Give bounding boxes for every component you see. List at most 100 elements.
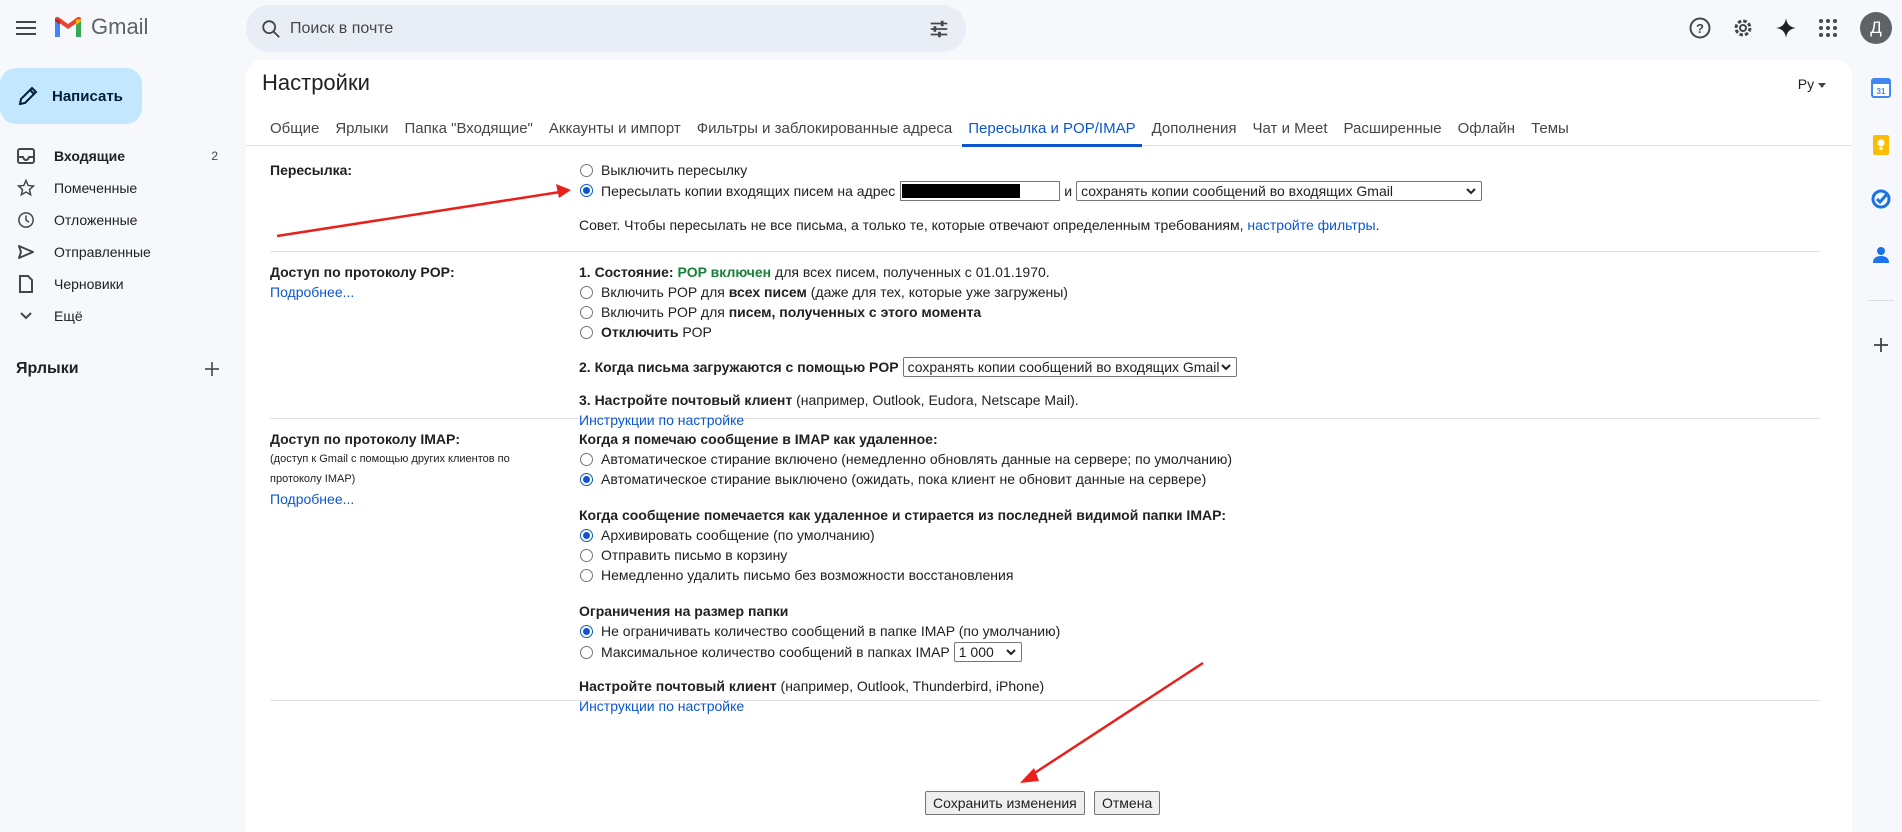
tab-labels[interactable]: Ярлыки bbox=[335, 112, 388, 146]
tab-addons[interactable]: Дополнения bbox=[1152, 112, 1237, 146]
option-label: Максимальное количество сообщений в папк… bbox=[601, 644, 950, 660]
imap-max-limit-radio[interactable] bbox=[580, 645, 593, 659]
tab-inbox[interactable]: Папка "Входящие" bbox=[404, 112, 532, 146]
help-icon[interactable]: ? bbox=[1687, 15, 1713, 41]
sidebar-item-inbox[interactable]: Входящие 2 bbox=[0, 140, 240, 172]
pop-learn-more-link[interactable]: Подробнее... bbox=[270, 282, 560, 302]
tasks-icon[interactable] bbox=[1870, 188, 1892, 210]
sidebar-item-label: Помеченные bbox=[54, 180, 138, 196]
imap-no-limit-option[interactable]: Не ограничивать количество сообщений в п… bbox=[579, 621, 1232, 641]
option-label: Включить POP для bbox=[601, 284, 725, 300]
search-bar[interactable] bbox=[246, 5, 966, 52]
sidebar-item-label: Отправленные bbox=[54, 244, 151, 260]
imap-no-limit-radio[interactable] bbox=[580, 624, 593, 638]
avatar[interactable]: Д bbox=[1860, 12, 1892, 44]
tab-chat-meet[interactable]: Чат и Meet bbox=[1253, 112, 1328, 146]
search-icon[interactable] bbox=[260, 18, 282, 40]
gmail-m-icon bbox=[55, 16, 81, 37]
imap-client-rest: (например, Outlook, Thunderbird, iPhone) bbox=[780, 678, 1045, 694]
pop-now-radio[interactable] bbox=[580, 305, 593, 319]
pop-when-row: 2. Когда письма загружаются с помощью PO… bbox=[579, 356, 1237, 377]
forwarding-on-option[interactable]: Пересылать копии входящих писем на адрес… bbox=[579, 180, 1483, 201]
forwarding-off-option[interactable]: Выключить пересылку bbox=[579, 160, 1482, 180]
apps-grid-icon[interactable] bbox=[1815, 15, 1841, 41]
settings-panel: Настройки Ру Общие Ярлыки Папка "Входящи… bbox=[246, 60, 1852, 832]
pop-off-radio[interactable] bbox=[580, 325, 593, 339]
option-label: Отправить письмо в корзину bbox=[601, 547, 788, 563]
settings-tabs: Общие Ярлыки Папка "Входящие" Аккаунты и… bbox=[246, 112, 1852, 147]
cancel-button[interactable]: Отмена bbox=[1094, 791, 1161, 815]
option-label: Не ограничивать количество сообщений в п… bbox=[601, 623, 1061, 639]
imap-instructions-link[interactable]: Инструкции по настройке bbox=[579, 696, 744, 716]
imap-auto-on-radio[interactable] bbox=[580, 452, 593, 466]
tip-end: . bbox=[1375, 217, 1380, 233]
language-label: Ру bbox=[1797, 76, 1815, 92]
add-label-icon[interactable] bbox=[204, 361, 220, 377]
search-input[interactable] bbox=[290, 13, 890, 45]
pop-all-radio[interactable] bbox=[580, 285, 593, 299]
imap-archive-option[interactable]: Архивировать сообщение (по умолчанию) bbox=[579, 525, 1232, 545]
forwarding-on-radio[interactable] bbox=[580, 184, 593, 197]
create-filters-link[interactable]: настройте фильтры bbox=[1247, 215, 1375, 235]
sidebar-item-sent[interactable]: Отправленные bbox=[0, 236, 240, 268]
imap-delete-radio[interactable] bbox=[580, 568, 593, 582]
add-addon-icon[interactable] bbox=[1870, 334, 1892, 356]
pencil-icon bbox=[18, 86, 38, 106]
gear-icon[interactable] bbox=[1730, 15, 1756, 41]
pop-when-label: 2. Когда письма загружаются с помощью PO… bbox=[579, 358, 899, 375]
tip-text: Совет. Чтобы пересылать не все письма, а… bbox=[579, 217, 1244, 233]
imap-deleted-title: Когда я помечаю сообщение в IMAP как уда… bbox=[579, 431, 938, 447]
imap-delete-option[interactable]: Немедленно удалить письмо без возможност… bbox=[579, 565, 1232, 585]
chevron-down-icon bbox=[1006, 649, 1016, 656]
keep-icon[interactable] bbox=[1870, 134, 1892, 156]
gmail-logo[interactable]: Gmail bbox=[53, 14, 148, 40]
sidebar-item-label: Черновики bbox=[54, 276, 124, 292]
chevron-down-icon bbox=[1220, 363, 1231, 370]
tab-forwarding-pop-imap[interactable]: Пересылка и POP/IMAP bbox=[962, 112, 1142, 147]
compose-button[interactable]: Написать bbox=[0, 68, 142, 124]
forwarding-keep-select[interactable]: сохранять копии сообщений во входящих Gm… bbox=[1076, 180, 1483, 201]
tab-themes[interactable]: Темы bbox=[1531, 112, 1569, 146]
gemini-sparkle-icon[interactable] bbox=[1773, 15, 1799, 41]
pop-off-option[interactable]: Отключить POP bbox=[579, 322, 1237, 342]
option-label-bold: Отключить bbox=[601, 324, 679, 340]
pop-all-option[interactable]: Включить POP для всех писем (даже для те… bbox=[579, 282, 1237, 302]
sidebar-item-starred[interactable]: Помеченные bbox=[0, 172, 240, 204]
forwarding-address-field[interactable] bbox=[900, 180, 1061, 201]
input-language-button[interactable]: Ру bbox=[1798, 76, 1826, 92]
sidebar-item-more[interactable]: Ещё bbox=[0, 300, 240, 332]
save-changes-button[interactable]: Сохранить изменения bbox=[925, 791, 1085, 815]
imap-auto-off-option[interactable]: Автоматическое стирание выключено (ожида… bbox=[579, 469, 1232, 489]
imap-label-text: Доступ по протоколу IMAP: bbox=[270, 431, 461, 447]
imap-auto-off-radio[interactable] bbox=[580, 472, 593, 486]
tab-offline[interactable]: Офлайн bbox=[1458, 112, 1515, 146]
pop-when-select[interactable]: сохранять копии сообщений во входящих Gm… bbox=[902, 356, 1237, 377]
imap-trash-radio[interactable] bbox=[580, 548, 593, 562]
search-options-icon[interactable] bbox=[928, 18, 950, 40]
tab-advanced[interactable]: Расширенные bbox=[1344, 112, 1442, 146]
pop-instructions-link[interactable]: Инструкции по настройке bbox=[579, 410, 744, 430]
imap-archive-radio[interactable] bbox=[580, 528, 593, 542]
pop-now-option[interactable]: Включить POP для писем, полученных с это… bbox=[579, 302, 1237, 322]
sidebar-item-drafts[interactable]: Черновики bbox=[0, 268, 240, 300]
option-label-bold: всех писем bbox=[728, 284, 807, 300]
imap-trash-option[interactable]: Отправить письмо в корзину bbox=[579, 545, 1232, 565]
option-label: Выключить пересылку bbox=[601, 162, 748, 178]
sidebar-item-snoozed[interactable]: Отложенные bbox=[0, 204, 240, 236]
imap-max-limit-option[interactable]: Максимальное количество сообщений в папк… bbox=[579, 641, 1232, 663]
imap-max-limit-select[interactable]: 1 000 bbox=[953, 642, 1022, 662]
contacts-icon[interactable] bbox=[1870, 244, 1892, 266]
imap-auto-on-option[interactable]: Автоматическое стирание включено (немедл… bbox=[579, 449, 1232, 469]
imap-learn-more-link[interactable]: Подробнее... bbox=[270, 489, 560, 509]
option-label: Архивировать сообщение (по умолчанию) bbox=[601, 527, 875, 543]
imap-section: Доступ по протоколу IMAP: (доступ к Gmai… bbox=[270, 429, 1820, 714]
tab-filters[interactable]: Фильтры и заблокированные адреса bbox=[697, 112, 953, 146]
calendar-icon[interactable]: 31 bbox=[1870, 77, 1892, 99]
tab-general[interactable]: Общие bbox=[270, 112, 319, 146]
option-label: Включить POP для bbox=[601, 304, 725, 320]
option-label: Автоматическое стирание выключено (ожида… bbox=[601, 471, 1207, 487]
main-menu-icon[interactable] bbox=[12, 14, 40, 42]
forwarding-off-radio[interactable] bbox=[580, 163, 593, 177]
draft-icon bbox=[16, 274, 36, 294]
tab-accounts[interactable]: Аккаунты и импорт bbox=[549, 112, 681, 146]
